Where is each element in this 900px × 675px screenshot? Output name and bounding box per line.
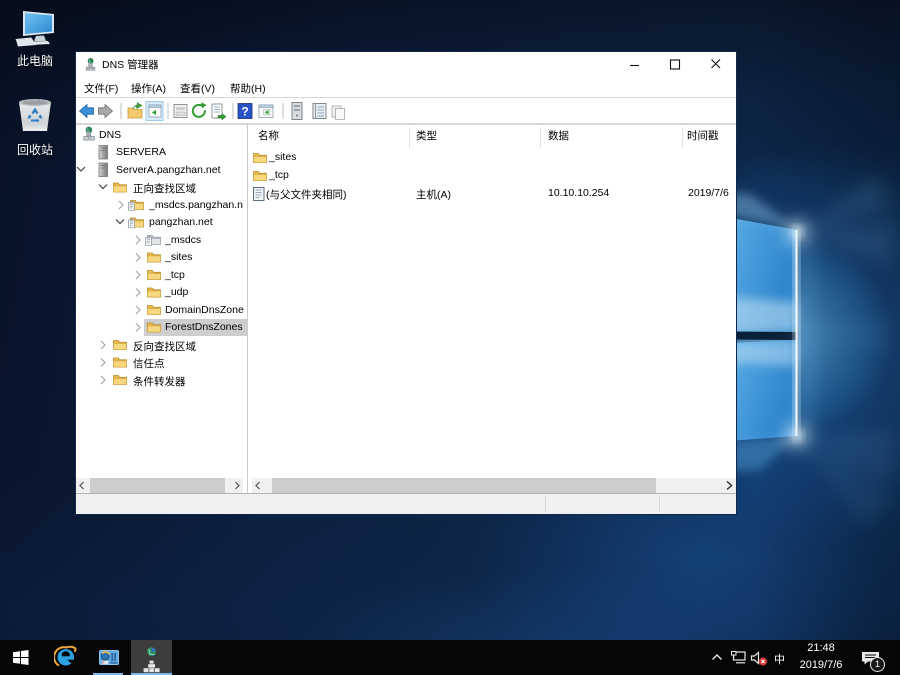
- svg-text:?: ?: [241, 105, 248, 119]
